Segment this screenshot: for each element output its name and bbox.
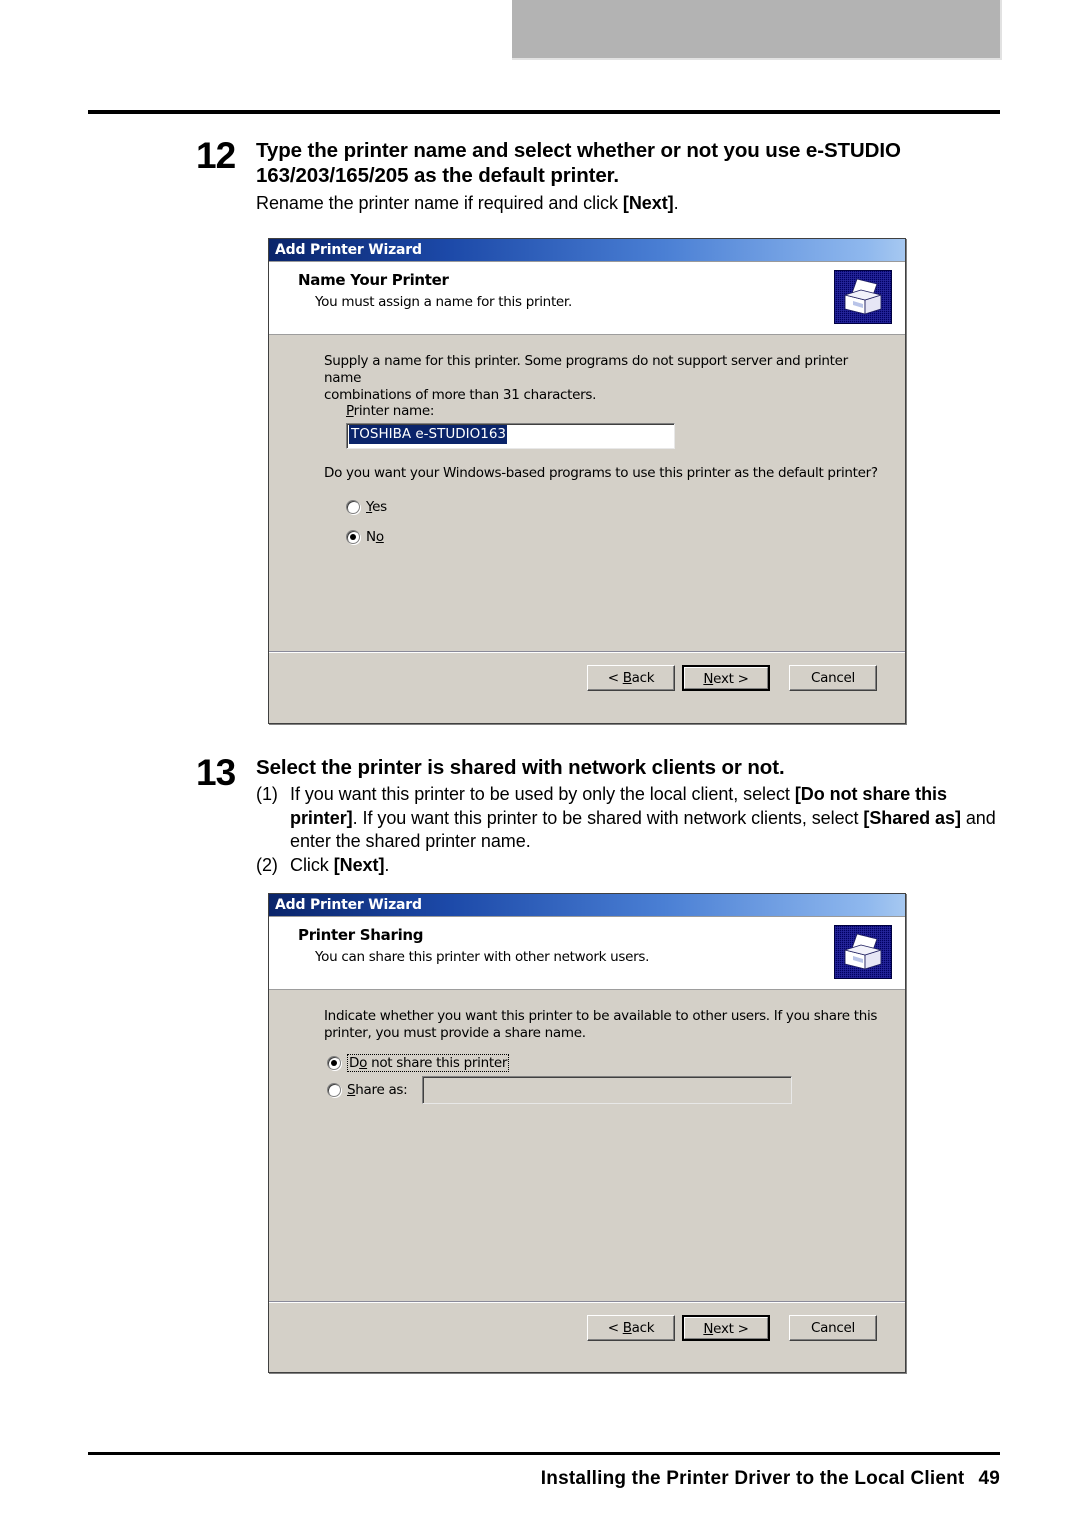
- dialog-body: Indicate whether you want this printer t…: [269, 990, 905, 1372]
- printer-name-label: Printer name:: [346, 403, 435, 419]
- dialog-header-title: Printer Sharing: [298, 926, 424, 944]
- step-13-item-1-marker: (1): [256, 784, 278, 804]
- dialog-titlebar: Add Printer Wizard: [269, 239, 905, 262]
- step-13-item-2-marker: (2): [256, 854, 278, 875]
- step-12-number: 12: [196, 135, 236, 176]
- printer-icon: [834, 270, 892, 324]
- radio-do-not-share[interactable]: Do not share this printer: [327, 1054, 510, 1072]
- page-header-band: [512, 0, 1002, 60]
- default-printer-question: Do you want your Windows-based programs …: [324, 465, 878, 481]
- printer-icon: [834, 925, 892, 979]
- step-12-desc-bold: [Next]: [622, 193, 674, 213]
- step-13-number: 13: [196, 752, 236, 793]
- radio-no-label: No: [366, 529, 384, 545]
- page-footer: Installing the Printer Driver to the Loc…: [88, 1468, 1000, 1490]
- dialog-button-row: < Back Next > Cancel: [587, 665, 877, 691]
- step-12-desc-pre: Rename the printer name if required and …: [256, 193, 623, 213]
- radio-yes-label: Yes: [366, 499, 387, 515]
- dialog-button-row: < Back Next > Cancel: [587, 1315, 877, 1341]
- step-13-item-2: (2) Click [Next].: [256, 854, 1006, 878]
- dialog-titlebar: Add Printer Wizard: [269, 894, 905, 917]
- dialog-header-subtitle: You must assign a name for this printer.: [315, 294, 572, 310]
- step-12-desc-post: .: [673, 193, 679, 213]
- dialog-body: Supply a name for this printer. Some pro…: [269, 335, 905, 723]
- radio-share-as[interactable]: Share as:: [327, 1082, 408, 1098]
- back-button[interactable]: < Back: [587, 1315, 675, 1341]
- radio-share-as-indicator: [327, 1083, 341, 1097]
- add-printer-wizard-sharing-dialog[interactable]: Add Printer Wizard Printer Sharing You c…: [268, 893, 906, 1373]
- radio-do-not-share-label: Do not share this printer: [347, 1054, 510, 1072]
- share-name-input[interactable]: [422, 1076, 792, 1104]
- step-13-title: Select the printer is shared with networ…: [256, 756, 785, 779]
- footer-separator: [269, 1301, 905, 1303]
- dialog-header: Printer Sharing You can share this print…: [269, 917, 905, 990]
- instruction-line-2: combinations of more than 31 characters.: [324, 387, 597, 403]
- footer-rule: [88, 1452, 1000, 1455]
- header-rule: [88, 110, 1000, 114]
- printer-name-input[interactable]: TOSHIBA e-STUDIO163: [346, 423, 675, 449]
- footer-label: Installing the Printer Driver to the Loc…: [540, 1468, 965, 1489]
- dialog-header-subtitle: You can share this printer with other ne…: [315, 949, 650, 965]
- radio-do-not-share-indicator: [327, 1056, 341, 1070]
- cancel-button[interactable]: Cancel: [789, 1315, 877, 1341]
- next-button[interactable]: Next >: [682, 665, 770, 691]
- instruction-line-1: Supply a name for this printer. Some pro…: [324, 353, 848, 386]
- step-12: 12 Type the printer name and select whet…: [196, 135, 1006, 215]
- radio-no-indicator: [346, 530, 360, 544]
- page-number: 49: [978, 1468, 1000, 1489]
- instruction-text: Supply a name for this printer. Some pro…: [324, 353, 884, 404]
- dialog-header-title: Name Your Printer: [298, 271, 449, 289]
- back-button[interactable]: < Back: [587, 665, 675, 691]
- radio-default-no[interactable]: No: [346, 529, 384, 545]
- radio-default-yes[interactable]: Yes: [346, 499, 387, 515]
- step-13: 13 Select the printer is shared with net…: [196, 752, 1006, 877]
- step-12-description: Rename the printer name if required and …: [256, 192, 1006, 215]
- instruction-line-1: Indicate whether you want this printer t…: [324, 1008, 878, 1024]
- instruction-line-2: printer, you must provide a share name.: [324, 1025, 586, 1041]
- add-printer-wizard-name-dialog[interactable]: Add Printer Wizard Name Your Printer You…: [268, 238, 906, 724]
- radio-share-as-label: Share as:: [347, 1082, 408, 1098]
- printer-name-value: TOSHIBA e-STUDIO163: [349, 425, 508, 444]
- footer-separator: [269, 651, 905, 653]
- instruction-text: Indicate whether you want this printer t…: [324, 1008, 884, 1042]
- step-12-title: Type the printer name and select whether…: [256, 139, 901, 187]
- radio-yes-indicator: [346, 500, 360, 514]
- dialog-header: Name Your Printer You must assign a name…: [269, 262, 905, 335]
- step-13-sub-list: (1) If you want this printer to be used b…: [256, 783, 1006, 877]
- next-button[interactable]: Next >: [682, 1315, 770, 1341]
- step-13-item-1: (1) If you want this printer to be used b…: [256, 784, 996, 851]
- cancel-button[interactable]: Cancel: [789, 665, 877, 691]
